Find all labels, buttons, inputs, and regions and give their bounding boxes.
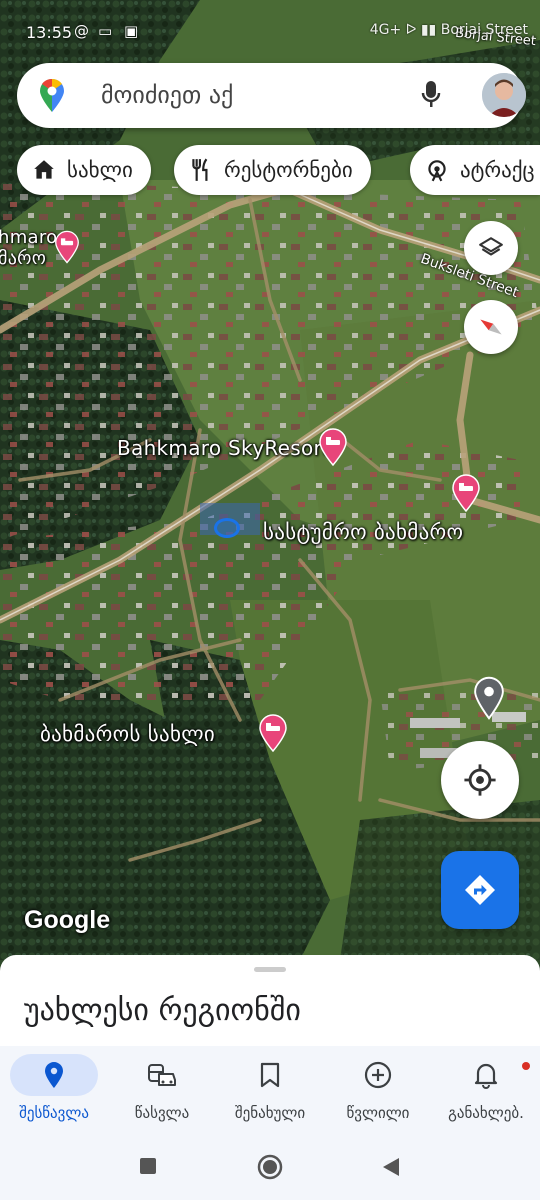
attractions-icon <box>424 157 450 183</box>
cast-icon: ▭ <box>98 22 113 40</box>
nav-contribute[interactable]: წვლილი <box>324 1046 432 1136</box>
google-maps-logo-icon <box>40 79 64 112</box>
hotel-pin-icon[interactable] <box>451 474 481 512</box>
search-input[interactable]: მოიძიეთ აქ <box>101 81 233 109</box>
place-label-hotel-bakhmaro[interactable]: სასტუმრო ბახმარო <box>263 520 463 544</box>
crosshair-location-icon <box>464 764 496 796</box>
dropped-pin-icon[interactable] <box>473 676 505 720</box>
layers-button[interactable] <box>464 221 518 275</box>
sheet-title: უახლესი რეგიონში <box>24 993 301 1028</box>
nav-contribute-label: წვლილი <box>346 1104 410 1122</box>
chip-restaurants-label: რესტორნები <box>224 158 353 182</box>
at-sign-icon: @ <box>74 22 89 40</box>
place-label-hmaro[interactable]: hmaro <box>0 227 58 248</box>
nav-go-label: წასვლა <box>134 1104 190 1122</box>
status-bar: 13:55 @ ▭ ▣ 4G+ ᐅ ▮▮ Borjai Street <box>0 0 540 60</box>
add-circle-icon <box>348 1054 408 1096</box>
nav-saved[interactable]: შენახული <box>216 1046 324 1136</box>
my-location-button[interactable] <box>441 741 519 819</box>
bell-icon <box>456 1054 530 1096</box>
hotel-pin-icon[interactable] <box>54 230 80 264</box>
place-label-skyresort[interactable]: Bahkmaro SkyResort <box>117 436 330 460</box>
google-attribution: Google <box>24 906 111 934</box>
explore-pin-icon <box>10 1054 98 1096</box>
nav-updates-label: განახლებ. <box>448 1104 524 1122</box>
restaurant-icon <box>188 157 214 183</box>
system-navigation-bar <box>0 1136 540 1200</box>
place-label-hmaro-ka[interactable]: მარო <box>0 248 46 269</box>
status-right-indicators: 4G+ ᐅ ▮▮ Borjai Street <box>369 22 528 38</box>
back-triangle-icon[interactable] <box>381 1156 401 1178</box>
nav-explore[interactable]: შესწავლა <box>0 1046 108 1136</box>
layers-icon <box>479 237 503 256</box>
status-time: 13:55 <box>26 23 73 42</box>
sheet-drag-handle[interactable] <box>254 967 286 972</box>
directions-icon <box>465 875 495 905</box>
chip-home-label: სახლი <box>67 158 133 182</box>
home-circle-icon[interactable] <box>257 1154 283 1180</box>
notification-dot <box>522 1062 530 1070</box>
directions-button[interactable] <box>441 851 519 929</box>
microphone-icon[interactable] <box>421 80 441 110</box>
chip-attractions[interactable]: ატრაქც <box>410 145 540 195</box>
nav-saved-label: შენახული <box>234 1104 306 1122</box>
nav-updates[interactable]: განახლებ. <box>432 1046 540 1136</box>
hotel-pin-icon[interactable] <box>258 714 288 752</box>
chip-home[interactable]: სახლი <box>17 145 151 195</box>
place-label-bakhmaro-house[interactable]: ბახმაროს სახლი <box>40 722 215 746</box>
satellite-map[interactable]: Buksleti Street Borjai Street hmaro მარო… <box>0 0 540 960</box>
avatar-photo-icon <box>482 73 526 117</box>
search-bar[interactable]: მოიძიეთ აქ <box>17 63 526 128</box>
commute-icon <box>132 1054 192 1096</box>
nav-go[interactable]: წასვლა <box>108 1046 216 1136</box>
compass-button[interactable] <box>464 300 518 354</box>
nav-explore-label: შესწავლა <box>19 1104 89 1122</box>
explore-bottom-sheet[interactable]: უახლესი რეგიონში <box>0 955 540 1055</box>
bottom-navigation: შესწავლა წასვლა შენახული წვლილი განახლებ… <box>0 1046 540 1136</box>
bookmark-icon <box>240 1054 300 1096</box>
hotel-pin-icon[interactable] <box>318 428 348 466</box>
chip-restaurants[interactable]: რესტორნები <box>174 145 371 195</box>
home-icon <box>31 157 57 183</box>
message-icon: ▣ <box>124 22 139 40</box>
chip-attractions-label: ატრაქც <box>460 158 535 182</box>
compass-icon <box>480 319 502 335</box>
recents-square-icon[interactable] <box>138 1156 158 1176</box>
user-avatar[interactable] <box>482 73 526 117</box>
current-location-dot <box>214 518 240 538</box>
